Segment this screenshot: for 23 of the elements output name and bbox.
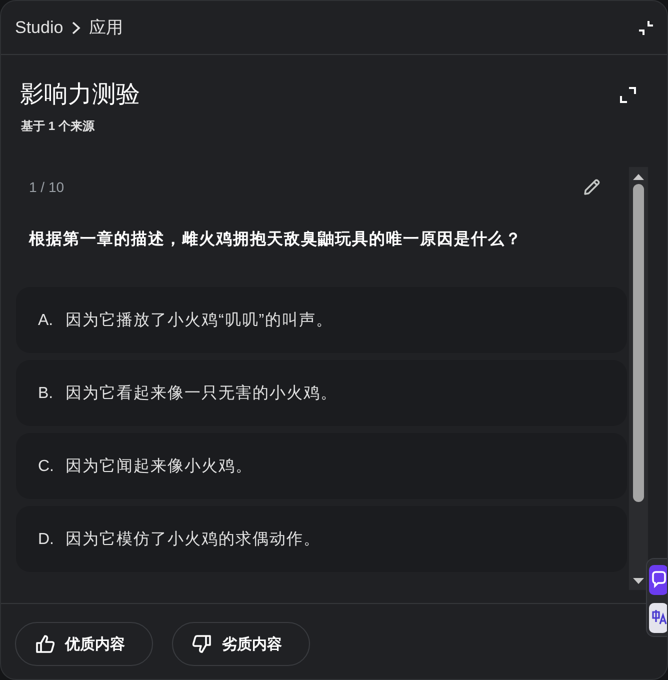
breadcrumb-link[interactable]: Studio [15,18,64,38]
chevron-right-icon [71,20,82,34]
question-text: 根据第一章的描述，雌火鸡拥抱天敌臭鼬玩具的唯一原因是什么？ [29,229,522,250]
expand-icon[interactable] [620,87,636,103]
collapse-icon[interactable] [639,20,653,34]
like-button[interactable]: 优质内容 [15,622,153,666]
translate-icon[interactable] [649,603,667,633]
scrollbar-thumb[interactable] [633,184,644,502]
source-count: 基于 1 个来源 [20,118,94,134]
answer-option[interactable]: D. 因为它模仿了小火鸡的求偶动作。 [16,506,627,572]
answer-option[interactable]: A. 因为它播放了小火鸡“叽叽”的叫声。 [16,287,627,353]
dislike-button[interactable]: 劣质内容 [172,622,310,666]
answer-option[interactable]: C. 因为它闻起来像小火鸡。 [16,433,627,499]
scroll-up-arrow-icon[interactable] [633,174,644,180]
thumbs-down-icon [192,634,212,654]
question-counter: 1 / 10 [29,178,64,197]
quiz-title: 影响力测验 [20,80,141,110]
breadcrumb-current: 应用 [89,17,124,39]
pencil-icon[interactable] [583,178,601,196]
scroll-down-arrow-icon[interactable] [633,578,644,584]
speech-bubble-icon[interactable] [649,565,667,595]
answer-option[interactable]: B. 因为它看起来像一只无害的小火鸡。 [16,360,627,426]
thumbs-up-icon [35,634,55,654]
